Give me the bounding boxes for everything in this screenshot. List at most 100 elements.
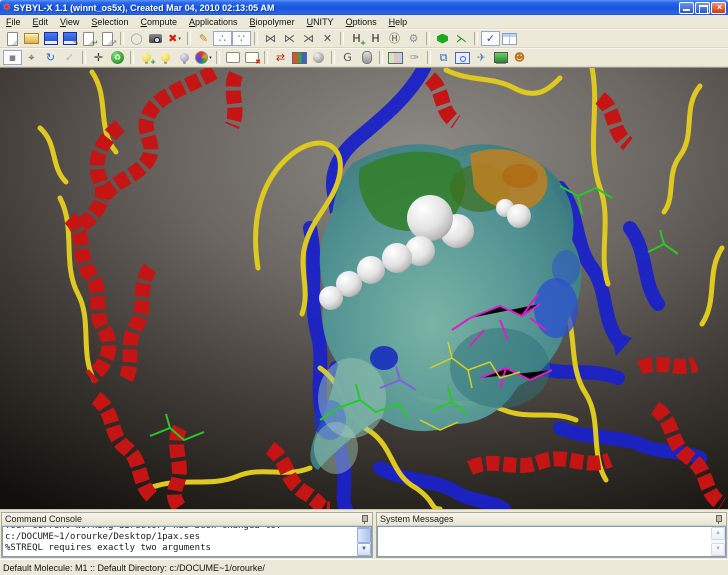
lighting-sphere-icon[interactable] [309, 50, 328, 65]
clear-scene-icon[interactable]: ✑ [405, 50, 424, 65]
screen-capture-icon[interactable] [146, 31, 165, 46]
toolbar-row-2: ▪⌖↻✓ ✛♻ + ▾ ✖ ⇄ G ✑ ⧉ ✈ ☻ [0, 48, 728, 67]
split-molecule-icon[interactable]: ⋊ [299, 31, 318, 46]
substituent-icon[interactable]: ⋋ [452, 31, 471, 46]
scene-preview-icon[interactable] [386, 50, 405, 65]
menu-unity[interactable]: UNITY [301, 17, 340, 27]
menu-compute[interactable]: Compute [134, 17, 183, 27]
break-bond-icon[interactable]: ✕ [318, 31, 337, 46]
delete-x-icon[interactable]: ✖▾ [165, 31, 184, 46]
new-file-icon[interactable] [3, 31, 22, 46]
window-title: SYBYL-X 1.1 (winnt_os5x), Created Mar 04… [14, 3, 678, 13]
messages-scrollbar[interactable]: ▲ ▼ [711, 527, 725, 556]
color-palette-icon[interactable]: ▾ [194, 50, 213, 65]
menu-options[interactable]: Options [340, 17, 383, 27]
export-file-icon[interactable]: ↗ [98, 31, 117, 46]
toolbar-separator [426, 32, 430, 45]
toolbar-row-1: ✎↵↗◯✖▾✎∴∵⋈⋉⋊✕H+HⒽ⚙⋋✓ [0, 29, 728, 48]
add-hydrogens-icon[interactable]: H+ [347, 31, 366, 46]
close-icon: × [712, 2, 727, 12]
merge-molecules-icon[interactable]: ⋉ [280, 31, 299, 46]
menu-help[interactable]: Help [383, 17, 414, 27]
toolbar-separator [474, 32, 478, 45]
recycle-view-icon[interactable]: ♻ [108, 50, 127, 65]
command-console-body[interactable]: Your current working directory has been … [2, 526, 372, 557]
swap-display-icon[interactable]: ⇄ [271, 50, 290, 65]
menu-selection[interactable]: Selection [85, 17, 134, 27]
scrollbar-thumb[interactable] [357, 528, 371, 543]
command-console-panel: Command Console Your current working dir… [1, 512, 373, 558]
atom-select-table-icon[interactable]: ✓ [481, 31, 500, 46]
menu-view[interactable]: View [54, 17, 85, 27]
app-logo-icon: ✱ [3, 2, 11, 13]
benzene-ring-icon[interactable] [433, 31, 452, 46]
translate-mode-icon[interactable]: ✛ [89, 50, 108, 65]
menu-bar: FileEditViewSelectionComputeApplications… [0, 15, 728, 29]
pin-icon[interactable] [715, 514, 723, 524]
menu-edit[interactable]: Edit [27, 17, 55, 27]
toolbar-separator [187, 32, 191, 45]
scroll-up-icon[interactable]: ▲ [711, 527, 725, 540]
send-remote-icon[interactable]: ✈ [472, 50, 491, 65]
molecule-scene [0, 68, 728, 509]
console-output[interactable]: Your current working directory has been … [3, 527, 356, 556]
close-button[interactable]: × [711, 2, 726, 14]
dropdown-caret-icon: ▾ [178, 36, 181, 42]
menu-applications[interactable]: Applications [183, 17, 244, 27]
hide-hydrogens-icon[interactable]: Ⓗ [385, 31, 404, 46]
toolbar-separator [331, 51, 335, 64]
sketch-pencil-icon[interactable]: ✎ [194, 31, 213, 46]
join-fragments-icon[interactable]: ⋈ [261, 31, 280, 46]
toolbar-separator [340, 32, 344, 45]
toolbar-separator [254, 32, 258, 45]
restore-button[interactable] [695, 2, 710, 14]
refresh-display-icon[interactable]: ↻ [41, 50, 60, 65]
menu-file[interactable]: File [0, 17, 27, 27]
save-icon[interactable] [41, 31, 60, 46]
label-icon[interactable] [223, 50, 242, 65]
apply-changes-icon[interactable]: ✓ [60, 50, 79, 65]
window-stack-icon[interactable]: ⧉ [434, 50, 453, 65]
toolbar-separator [264, 51, 268, 64]
command-console-title: Command Console [5, 514, 361, 524]
status-text: Default Molecule: M1 :: Default Director… [3, 563, 265, 573]
tools-icon[interactable]: ⚙ [404, 31, 423, 46]
minimize-button[interactable] [679, 2, 694, 14]
molecule-table-icon[interactable] [500, 31, 519, 46]
title-bar: ✱ SYBYL-X 1.1 (winnt_os5x), Created Mar … [0, 0, 728, 15]
system-messages-panel: System Messages ▲ ▼ [376, 512, 727, 558]
user-session-icon[interactable]: ☻ [510, 50, 529, 65]
display-options-icon[interactable] [290, 50, 309, 65]
remove-label-icon[interactable]: ✖ [242, 50, 261, 65]
add-light-icon[interactable]: + [137, 50, 156, 65]
light-on-icon[interactable] [156, 50, 175, 65]
remote-display-icon[interactable] [491, 50, 510, 65]
viewport-3d[interactable] [0, 67, 728, 509]
undo-ring-icon[interactable]: ◯ [127, 31, 146, 46]
mouse-settings-icon[interactable] [357, 50, 376, 65]
center-view-icon[interactable]: ▪ [3, 50, 22, 65]
status-bar: Default Molecule: M1 :: Default Director… [0, 559, 728, 575]
import-file-icon[interactable]: ↵ [79, 31, 98, 46]
session-monitor-icon[interactable] [453, 50, 472, 65]
menu-biopolymer[interactable]: Biopolymer [244, 17, 301, 27]
fit-view-icon[interactable]: ⌖ [22, 50, 41, 65]
sybyl-window: { "window": { "title": "SYBYL-X 1.1 (win… [0, 0, 728, 564]
edit-molecule-icon[interactable]: ∵ [232, 31, 251, 46]
console-line: c:/DOCUME~1/orourke/Desktop/1pax.ses [5, 532, 354, 543]
geometry-constraint-icon[interactable]: G [338, 50, 357, 65]
scroll-down-icon[interactable]: ▼ [357, 543, 371, 556]
scroll-down-icon[interactable]: ▼ [711, 543, 725, 556]
bottom-panels: Command Console Your current working dir… [0, 509, 728, 559]
system-messages-body[interactable]: ▲ ▼ [377, 526, 726, 557]
open-file-icon[interactable] [22, 31, 41, 46]
light-off-icon[interactable] [175, 50, 194, 65]
save-as-icon[interactable]: ✎ [60, 31, 79, 46]
console-scrollbar[interactable]: ▲ ▼ [357, 527, 371, 556]
view-molecule-icon[interactable]: ∴ [213, 31, 232, 46]
toolbar-separator [379, 51, 383, 64]
toolbar-separator [216, 51, 220, 64]
pin-icon[interactable] [361, 514, 369, 524]
toolbar-separator [120, 32, 124, 45]
hydrogens-icon[interactable]: H [366, 31, 385, 46]
